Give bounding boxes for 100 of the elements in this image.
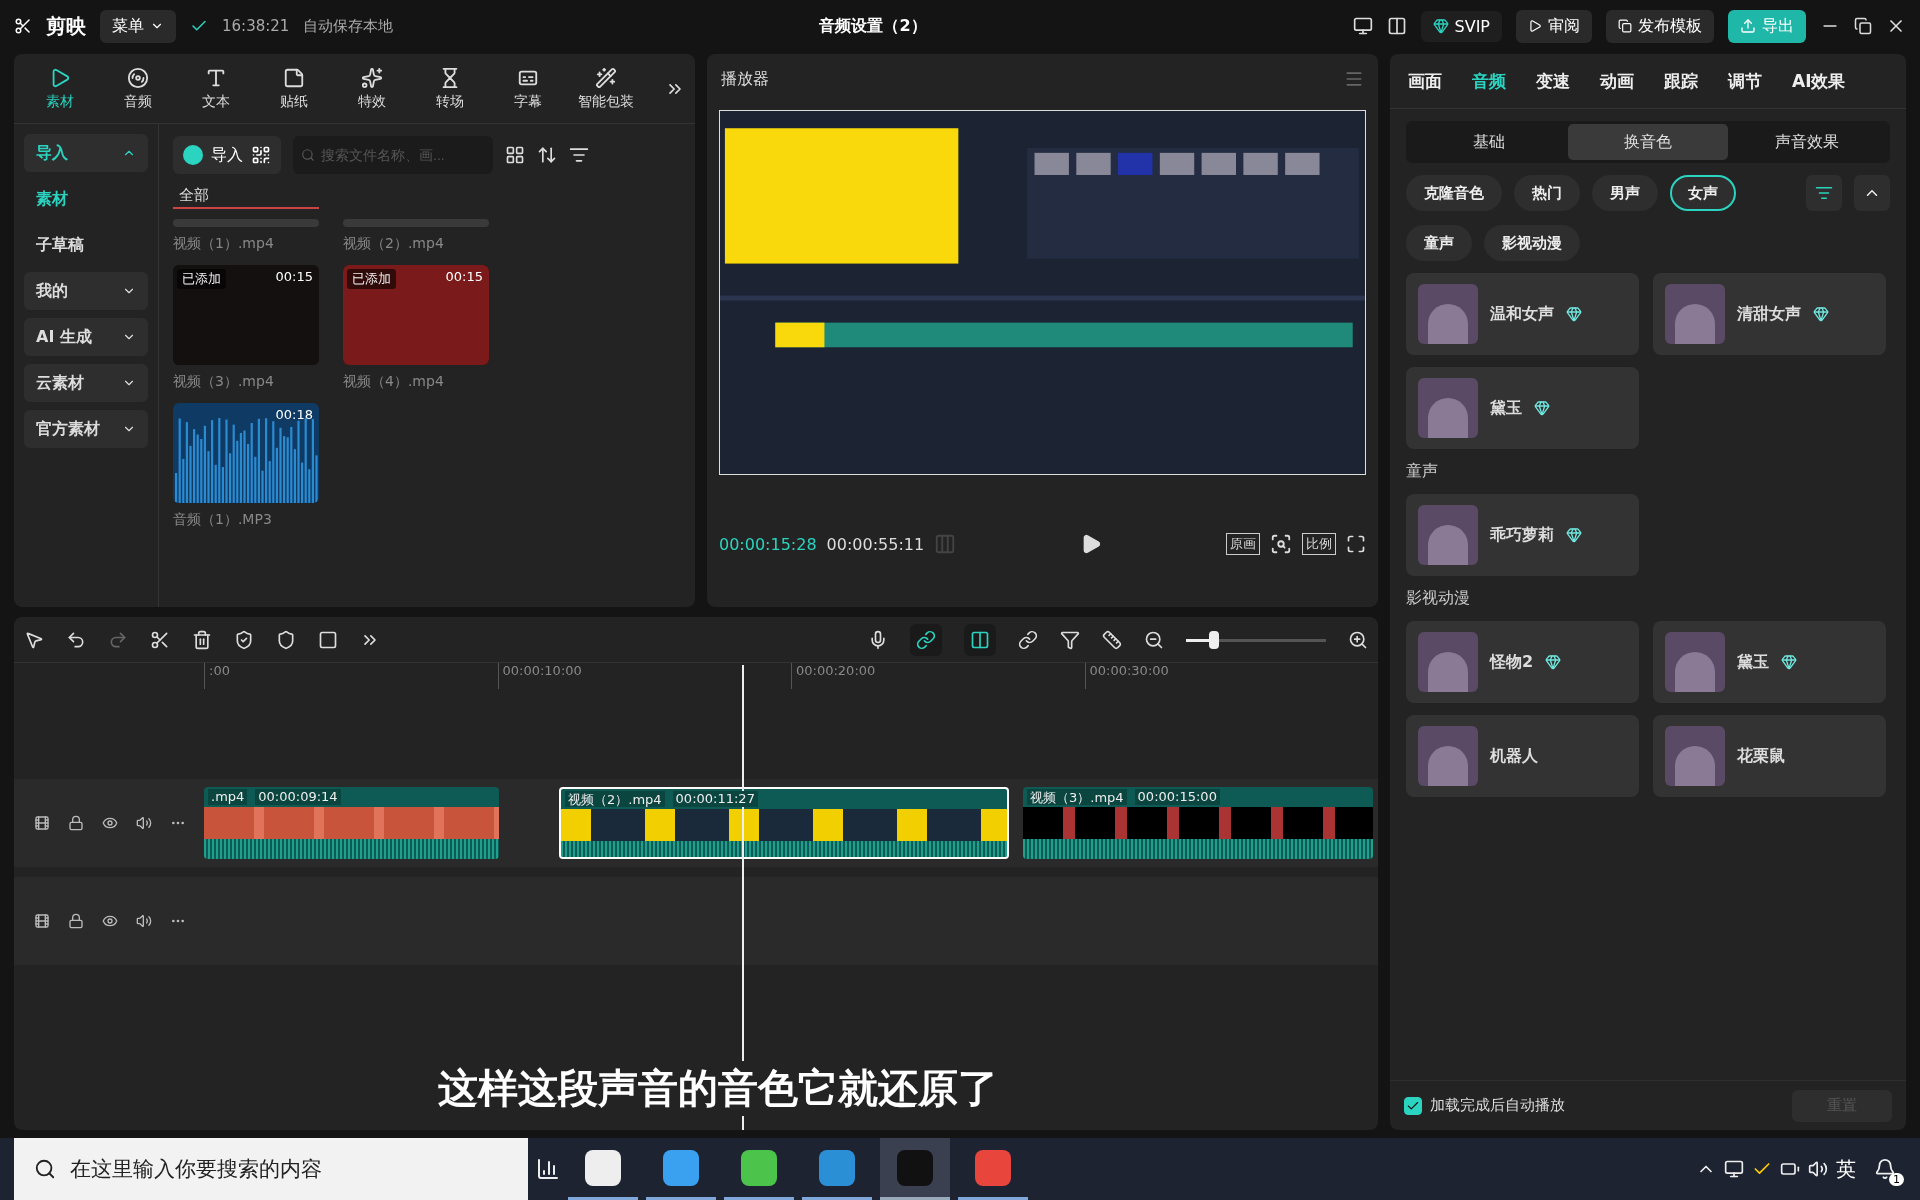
microphone-icon[interactable] [868, 629, 888, 650]
player-title: 播放器 [721, 68, 769, 90]
property-tab[interactable]: 调节 [1728, 69, 1762, 93]
audio-thumbnail[interactable]: 00:18 [173, 403, 319, 503]
voice-card[interactable]: 机器人 [1406, 715, 1639, 797]
zoom-out-icon[interactable] [1144, 629, 1164, 650]
voice-card[interactable]: 乖巧萝莉 [1406, 494, 1639, 576]
menu-icon[interactable] [1344, 69, 1364, 89]
voice-category-chip[interactable]: 克隆音色 [1406, 175, 1502, 211]
zoom-in-icon[interactable] [1348, 629, 1368, 650]
voice-card[interactable]: 黛玉 [1406, 367, 1639, 449]
menu-button[interactable]: 菜单 [100, 9, 176, 43]
shield-check-icon[interactable] [234, 629, 254, 650]
taskbar-app[interactable] [880, 1138, 950, 1200]
sub-tab[interactable]: 换音色 [1568, 124, 1728, 160]
taskbar-search-field[interactable]: 在这里输入你要搜索的内容 [14, 1138, 528, 1200]
sidebar-item[interactable]: 素材 [24, 180, 148, 218]
media-tab[interactable]: 文本 [180, 65, 252, 112]
speaker-icon[interactable] [136, 815, 152, 831]
undo-icon[interactable] [66, 629, 86, 650]
media-tab[interactable]: 智能包装 [570, 65, 642, 112]
lock-icon[interactable] [68, 815, 84, 831]
fullscreen-icon[interactable] [1346, 534, 1366, 554]
property-tab[interactable]: 音频 [1472, 69, 1506, 93]
sidebar-group[interactable]: 官方素材 [24, 410, 148, 448]
property-tab[interactable]: 动画 [1600, 69, 1634, 93]
marker-icon[interactable] [276, 629, 296, 650]
eye-icon[interactable] [102, 913, 118, 929]
svip-button[interactable]: SVIP [1420, 10, 1502, 42]
sort-icon[interactable] [537, 145, 557, 165]
layout-icon[interactable] [1386, 16, 1407, 36]
property-tab[interactable]: AI效果 [1792, 69, 1846, 93]
delete-icon[interactable] [192, 629, 212, 650]
sidebar-item[interactable]: 子草稿 [24, 226, 148, 264]
voice-card[interactable]: 温和女声 [1406, 273, 1639, 355]
voice-category-chip[interactable]: 童声 [1406, 225, 1472, 261]
link-icon[interactable] [1018, 629, 1038, 650]
split-icon[interactable] [150, 629, 170, 650]
square-icon[interactable] [318, 629, 338, 650]
zoom-slider[interactable] [1186, 630, 1326, 649]
collapse-button[interactable] [1854, 175, 1890, 211]
timeline-clip[interactable]: 视频（2）.mp4 00:00:11:27 [559, 787, 1009, 859]
voice-category-chip[interactable]: 影视动漫 [1484, 225, 1580, 261]
save-time: 16:38:21 [222, 17, 290, 35]
review-button[interactable]: 审阅 [1516, 9, 1592, 43]
section-heading: 影视动漫 [1406, 588, 1471, 609]
voice-category-chip[interactable]: 男声 [1592, 175, 1658, 211]
timeline-clip[interactable]: 视频（3）.mp4 00:00:15:00 [1023, 787, 1373, 859]
media-tab[interactable]: 音频 [102, 65, 174, 112]
speaker-icon[interactable] [1808, 1159, 1828, 1179]
monitor-icon[interactable] [1724, 1159, 1744, 1179]
eye-icon[interactable] [102, 815, 118, 831]
video-thumbnail[interactable]: 已添加 00:15 [173, 265, 319, 365]
project-title: 音频设置（2） [819, 15, 927, 37]
publish-template-button[interactable]: 发布模板 [1606, 9, 1714, 43]
snap-toggle[interactable] [964, 623, 996, 656]
voice-card[interactable]: 怪物2 [1406, 621, 1639, 703]
media-tab[interactable]: 素材 [24, 65, 96, 112]
original-quality-button[interactable]: 原画 [1226, 533, 1260, 555]
sidebar-group[interactable]: 我的 [24, 272, 148, 310]
aspect-ratio-button[interactable]: 比例 [1302, 533, 1336, 555]
ruler-icon[interactable] [1102, 629, 1122, 650]
media-tab[interactable]: 字幕 [492, 65, 564, 112]
sub-tab[interactable]: 基础 [1409, 124, 1569, 160]
import-button[interactable]: 导入 [173, 136, 281, 174]
grid-view-icon[interactable] [505, 145, 525, 165]
voice-category-chip[interactable]: 女声 [1670, 175, 1736, 211]
voice-card[interactable]: 清甜女声 [1653, 273, 1886, 355]
property-tab[interactable]: 画面 [1408, 69, 1442, 93]
input-method[interactable]: 英 [1836, 1155, 1856, 1183]
filter-icon[interactable] [569, 145, 589, 165]
funnel-icon[interactable] [1060, 629, 1080, 650]
video-thumbnail[interactable]: 已添加 00:15 [343, 265, 489, 365]
film-icon[interactable] [34, 913, 50, 929]
all-filter-tab[interactable]: 全部 [173, 184, 319, 209]
filter-button[interactable] [1806, 175, 1843, 211]
notification-icon[interactable] [1874, 1158, 1896, 1180]
redo-icon[interactable] [108, 629, 128, 650]
media-tab[interactable]: 特效 [336, 65, 408, 112]
sidebar-group[interactable]: 云素材 [24, 364, 148, 402]
restore-icon[interactable] [1854, 17, 1872, 35]
sidebar-group[interactable]: AI 生成 [24, 318, 148, 356]
speaker-icon[interactable] [136, 913, 152, 929]
timeline-clip[interactable]: .mp4 00:00:09:14 [204, 787, 499, 859]
media-tab[interactable]: 转场 [414, 65, 486, 112]
voice-category-chip[interactable]: 热门 [1514, 175, 1580, 211]
autoplay-checkbox[interactable] [1404, 1096, 1422, 1115]
film-icon[interactable] [34, 815, 50, 831]
voice-card[interactable]: 花栗鼠 [1653, 715, 1886, 797]
voice-card[interactable]: 黛玉 [1653, 621, 1886, 703]
lock-icon[interactable] [68, 913, 84, 929]
sub-tab[interactable]: 声音效果 [1727, 124, 1887, 160]
property-tab[interactable]: 跟踪 [1664, 69, 1698, 93]
zoom-slider-thumb[interactable] [1209, 630, 1219, 649]
property-tab[interactable]: 变速 [1536, 69, 1570, 93]
sidebar-group[interactable]: 导入 [24, 134, 148, 172]
magnet-toggle[interactable] [910, 623, 942, 656]
app-icon [741, 1149, 777, 1186]
zoom-preview-icon[interactable] [1270, 533, 1292, 555]
media-tab[interactable]: 贴纸 [258, 65, 330, 112]
